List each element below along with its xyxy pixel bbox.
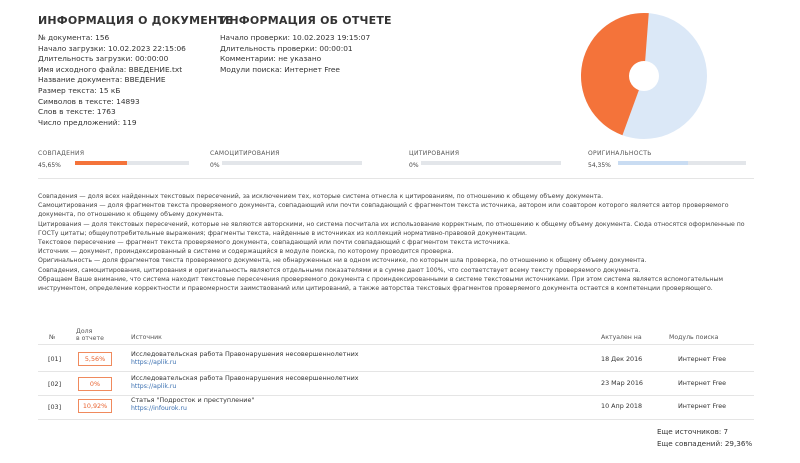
upload-start: Начало загрузки: 10.02.2023 22:15:06	[38, 43, 186, 53]
row-search-module: Интернет Free	[678, 402, 727, 410]
row-source-link[interactable]: https://aplik.ru	[131, 383, 176, 390]
originality-donut-chart	[580, 12, 707, 139]
more-sources: Еще источников: 7	[657, 427, 729, 436]
legend-sum-note: Совпадения, самоцитирования, цитирования…	[38, 266, 641, 274]
metric-label: СОВПАДЕНИЯ	[38, 150, 85, 157]
row-source-title: Исследовательская работа Правонарушения …	[131, 374, 359, 382]
sentence-count: Число предложений: 119	[38, 117, 137, 127]
row-number: [01]	[48, 355, 62, 363]
legend-text-intersection: Текстовое пересечение — фрагмент текста …	[38, 239, 511, 247]
row-divider	[38, 419, 754, 420]
check-duration: Длительность проверки: 00:00:01	[220, 43, 353, 53]
legend-originality: Оригинальность — доля фрагментов текста …	[38, 257, 647, 265]
pie-center-hole	[629, 61, 659, 91]
metric-citations: ЦИТИРОВАНИЯ 0%	[409, 150, 561, 169]
more-matches: Еще совпадений: 29,36%	[657, 439, 753, 448]
row-share-badge: 0%	[78, 377, 112, 391]
row-actual-date: 23 Мар 2016	[601, 379, 643, 387]
comments: Комментарии: не указано	[220, 54, 322, 64]
table-row: [02] 0% Исследовательская работа Правона…	[38, 372, 754, 396]
table-header-divider	[38, 344, 754, 345]
legend-attention-note: Обращаем Ваше внимание, что система нахо…	[38, 275, 723, 293]
row-actual-date: 10 Апр 2018	[601, 402, 643, 410]
row-source-title: Статья "Подросток и преступление"	[131, 396, 255, 404]
row-share-badge: 10,92%	[78, 399, 112, 413]
row-source-link[interactable]: https://aplik.ru	[131, 359, 176, 366]
metric-bar-fill	[75, 161, 128, 165]
row-number: [02]	[48, 380, 62, 388]
header-source: Источник	[131, 334, 162, 341]
metric-bar-fill	[618, 161, 688, 165]
text-size: Размер текста: 15 кБ	[38, 85, 121, 95]
doc-number: № документа: 156	[38, 33, 110, 42]
table-row: [03] 10,92% Статья "Подросток и преступл…	[38, 396, 754, 420]
metric-bar	[421, 161, 561, 165]
source-filename: Имя исходного файла: ВВЕДЕНИЕ.txt	[38, 64, 183, 74]
header-module: Модуль поиска	[669, 334, 719, 341]
document-info-lines: № документа: 156 Начало загрузки: 10.02.…	[38, 33, 233, 128]
row-source-link[interactable]: https://infourok.ru	[131, 405, 187, 412]
row-share-badge: 5,56%	[78, 352, 112, 366]
check-start: Начало проверки: 10.02.2023 19:15:07	[220, 33, 371, 42]
metric-matches: СОВПАДЕНИЯ 45,65%	[38, 150, 189, 169]
header-share: Доля в отчете	[76, 328, 104, 342]
metric-bar	[75, 161, 189, 165]
metric-originality: ОРИГИНАЛЬНОСТЬ 54,35%	[588, 150, 746, 169]
table-row: [01] 5,56% Исследовательская работа Прав…	[38, 347, 754, 371]
report-info-title: ИНФОРМАЦИЯ ОБ ОТЧЕТЕ	[220, 14, 392, 27]
legend-self-citations: Самоцитирования — доля фрагментов текста…	[38, 202, 729, 219]
report-info-lines: Начало проверки: 10.02.2023 19:15:07 Дли…	[220, 33, 392, 75]
legend-definitions: Совпадения — доля всех найденных текстов…	[38, 192, 754, 293]
row-actual-date: 18 Дек 2016	[601, 355, 643, 363]
metric-label: ОРИГИНАЛЬНОСТЬ	[588, 150, 652, 157]
header-share-line1: Доля	[76, 328, 93, 335]
divider	[38, 178, 754, 179]
row-search-module: Интернет Free	[678, 355, 727, 363]
search-modules: Модули поиска: Интернет Free	[220, 64, 340, 74]
word-count: Слов в тексте: 1763	[38, 107, 116, 117]
header-number: №	[49, 334, 56, 341]
metric-bar	[222, 161, 362, 165]
metric-self-citations: САМОЦИТИРОВАНИЯ 0%	[210, 150, 362, 169]
char-count: Символов в тексте: 14893	[38, 96, 140, 106]
legend-source: Источник — документ, проиндексированный …	[38, 248, 454, 256]
row-source-title: Исследовательская работа Правонарушения …	[131, 350, 359, 358]
metric-label: ЦИТИРОВАНИЯ	[409, 150, 460, 157]
document-info-title: ИНФОРМАЦИЯ О ДОКУМЕНТЕ	[38, 14, 233, 27]
report-info-section: ИНФОРМАЦИЯ ОБ ОТЧЕТЕ Начало проверки: 10…	[220, 14, 392, 75]
row-number: [03]	[48, 403, 62, 411]
header-actual: Актуален на	[601, 334, 642, 341]
document-info-section: ИНФОРМАЦИЯ О ДОКУМЕНТЕ № документа: 156 …	[38, 14, 233, 128]
row-search-module: Интернет Free	[678, 379, 727, 387]
document-name: Название документа: ВВЕДЕНИЕ	[38, 75, 166, 85]
upload-duration: Длительность загрузки: 00:00:00	[38, 54, 169, 64]
legend-matches: Совпадения — доля всех найденных текстов…	[38, 193, 604, 200]
header-share-line2: в отчете	[76, 335, 104, 342]
legend-citations: Цитирования — доля текстовых пересечений…	[38, 220, 745, 237]
metric-label: САМОЦИТИРОВАНИЯ	[210, 150, 280, 157]
metric-bar	[618, 161, 746, 165]
